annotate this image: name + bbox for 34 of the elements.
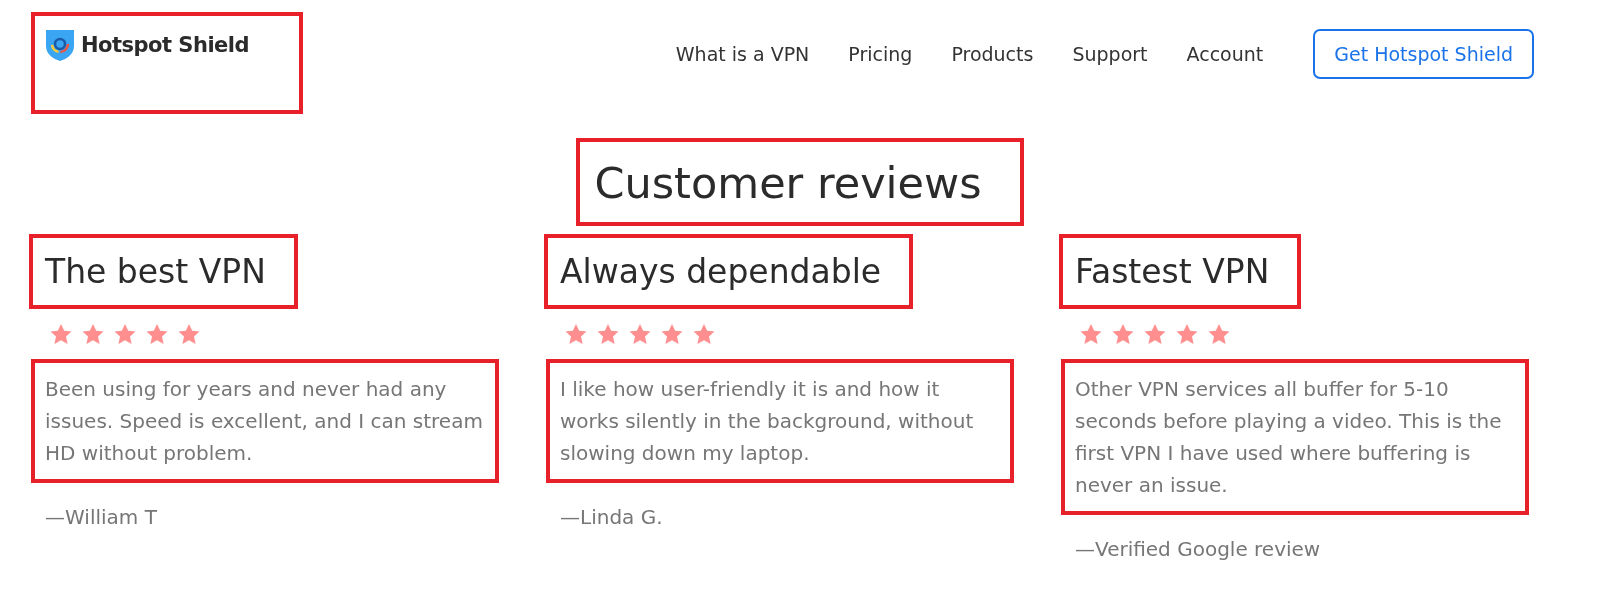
nav-link[interactable]: Products bbox=[951, 43, 1034, 65]
star-icon bbox=[1207, 323, 1231, 345]
nav-link[interactable]: Support bbox=[1072, 43, 1148, 65]
star-icon bbox=[1079, 323, 1103, 345]
star-icon bbox=[596, 323, 620, 345]
review-text: Other VPN services all buffer for 5-10 seconds before playing a video. This is the first VPN I have used where buffering is never an issue. bbox=[1061, 359, 1529, 515]
review-title: The best VPN bbox=[29, 234, 298, 309]
review-text: Been using for years and never had any issues. Speed is excellent, and I can stream HD without problem. bbox=[31, 359, 499, 483]
star-icon bbox=[660, 323, 684, 345]
review-title: Fastest VPN bbox=[1059, 234, 1302, 309]
review-author: —William T bbox=[45, 505, 158, 529]
star-icon bbox=[1143, 323, 1167, 345]
star-icon bbox=[145, 323, 169, 345]
star-icon bbox=[692, 323, 716, 345]
logo[interactable]: Hotspot Shield bbox=[31, 12, 304, 114]
star-icon bbox=[628, 323, 652, 345]
logo-text: Hotspot Shield bbox=[81, 33, 250, 57]
get-app-button[interactable]: Get Hotspot Shield bbox=[1313, 29, 1534, 79]
section-title: Customer reviews bbox=[576, 138, 1024, 226]
nav-link[interactable]: What is a VPN bbox=[675, 43, 810, 65]
shield-icon bbox=[45, 28, 75, 62]
review-author: —Linda G. bbox=[560, 505, 664, 529]
star-icon bbox=[113, 323, 137, 345]
star-icon bbox=[564, 323, 588, 345]
star-icon bbox=[49, 323, 73, 345]
nav-link[interactable]: Pricing bbox=[848, 43, 913, 65]
review-text: I like how user-friendly it is and how it works silently in the background, without slowing down my laptop. bbox=[546, 359, 1014, 483]
star-icon bbox=[177, 323, 201, 345]
star-icon bbox=[81, 323, 105, 345]
star-icon bbox=[1175, 323, 1199, 345]
nav-link[interactable]: Account bbox=[1186, 43, 1264, 65]
review-author: —Verified Google review bbox=[1075, 537, 1322, 561]
star-icon bbox=[1111, 323, 1135, 345]
review-title: Always dependable bbox=[544, 234, 914, 309]
